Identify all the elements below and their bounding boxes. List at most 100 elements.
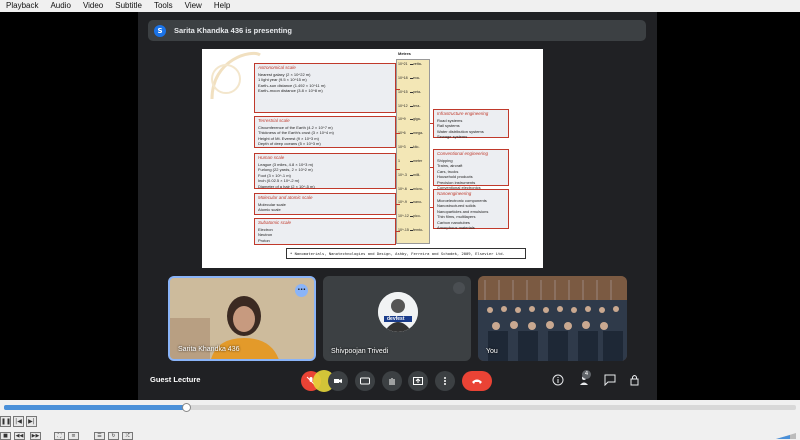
tick-exponent: 10^-3 bbox=[398, 172, 407, 177]
captions-button[interactable] bbox=[355, 371, 375, 391]
tick-exponent: 10^3 bbox=[398, 145, 406, 150]
left-scale-box: Human scale League (3 miles, 4.8 × 10^3 m… bbox=[254, 153, 396, 189]
meeting-controls: Guest Lecture 4 bbox=[138, 368, 657, 400]
classroom-video bbox=[478, 276, 627, 361]
left-scale-box: Astronomical scale Nearest galaxy (2 × 10… bbox=[254, 63, 396, 113]
volume-slider[interactable] bbox=[776, 433, 796, 439]
tick-prefix: mega- bbox=[413, 131, 424, 136]
tick-exponent: 10^12 bbox=[398, 103, 408, 108]
pause-button[interactable]: ❚❚ bbox=[0, 416, 11, 427]
presenting-banner: S Sarita Khandka 436 is presenting bbox=[148, 20, 646, 41]
box-line: Sewage systems bbox=[437, 134, 468, 140]
loop-button[interactable]: ↻ bbox=[108, 432, 119, 440]
tick-exponent: 10^-6 bbox=[398, 186, 407, 191]
box-connector bbox=[396, 231, 400, 232]
left-scale-box: Molecular and atomic scale Molecular scal… bbox=[254, 193, 396, 215]
tick-prefix: nano- bbox=[413, 200, 423, 205]
previous-button[interactable]: |◀ bbox=[13, 416, 24, 427]
slide-citation: * Nanomaterials, Nanotechnologies and De… bbox=[286, 248, 526, 259]
menu-view[interactable]: View bbox=[179, 0, 208, 12]
box-title: Astronomical scale bbox=[258, 65, 296, 70]
menu-tools[interactable]: Tools bbox=[148, 0, 179, 12]
tick-prefix: tera- bbox=[413, 103, 421, 108]
chat-icon bbox=[604, 374, 616, 387]
menu-bar: Playback Audio Video Subtitle Tools View… bbox=[0, 0, 800, 12]
tick-prefix: giga- bbox=[413, 117, 421, 122]
menu-subtitle[interactable]: Subtitle bbox=[109, 0, 148, 12]
info-icon bbox=[552, 374, 564, 386]
right-scale-box: Infrastructure engineering Road systems Ra… bbox=[433, 109, 509, 140]
box-line: Atomic scale bbox=[258, 207, 281, 213]
box-title: Subatomic scale bbox=[258, 220, 292, 225]
participant-tile-shivpoojan[interactable]: devfest Shivpoojan Trivedi bbox=[323, 276, 471, 361]
seek-handle[interactable] bbox=[182, 403, 192, 412]
presentation-slide: Metres 10^21 zetta- 10^18 exa- 10^15 peta- 10^… bbox=[202, 49, 543, 268]
box-connector bbox=[430, 123, 434, 124]
info-button[interactable] bbox=[551, 374, 565, 388]
participant-name: Sarita Khandka 436 bbox=[178, 346, 240, 353]
devfest-logo-text: devfest bbox=[387, 316, 405, 322]
box-title: Nanoengineering bbox=[437, 191, 472, 196]
participant-name: You bbox=[486, 348, 498, 355]
leave-call-button[interactable] bbox=[462, 371, 492, 391]
end-call-icon bbox=[472, 379, 482, 384]
box-title: Molecular and atomic scale bbox=[258, 195, 313, 200]
more-options-button[interactable]: ⋯ bbox=[295, 284, 308, 297]
box-connector bbox=[396, 169, 400, 170]
tick-prefix: femto- bbox=[413, 228, 424, 233]
present-button[interactable] bbox=[408, 371, 428, 391]
box-title: Terrestrial scale bbox=[258, 118, 290, 123]
tick-exponent: 10^-12 bbox=[398, 214, 409, 219]
muted-mic-icon bbox=[453, 282, 465, 294]
playlist-button[interactable]: ☰ bbox=[94, 432, 105, 440]
box-connector bbox=[396, 133, 400, 134]
host-controls-button[interactable] bbox=[628, 374, 642, 388]
box-connector bbox=[396, 89, 400, 90]
box-line: Depth of deep oceans (5 × 10^3 m) bbox=[258, 141, 321, 147]
tick-prefix: meter bbox=[413, 158, 423, 163]
raise-hand-button[interactable] bbox=[382, 371, 402, 391]
lock-person-icon bbox=[630, 375, 639, 386]
decorative-swirl bbox=[210, 51, 261, 100]
box-connector bbox=[430, 207, 434, 208]
scale-header: Metres bbox=[398, 51, 411, 56]
seek-progress bbox=[4, 405, 187, 410]
chat-button[interactable] bbox=[603, 374, 617, 388]
menu-help[interactable]: Help bbox=[208, 0, 236, 12]
box-line: Diameter of a hair (2 × 10^-5 m) bbox=[258, 183, 315, 189]
tick-exponent: 10^15 bbox=[398, 89, 408, 94]
tick-prefix: pico- bbox=[413, 214, 421, 219]
box-line: Earth–moon distance (3.8 × 10^8 m) bbox=[258, 88, 323, 94]
right-scale-box: Conventional engineering Shipping Trains, … bbox=[433, 149, 509, 190]
meet-window: S Sarita Khandka 436 is presenting Metre… bbox=[138, 12, 657, 400]
menu-video[interactable]: Video bbox=[77, 0, 109, 12]
box-connector bbox=[430, 167, 434, 168]
tick-prefix: exa- bbox=[413, 75, 420, 80]
stop-button[interactable]: ■ bbox=[0, 432, 11, 440]
presenting-text: Sarita Khandka 436 is presenting bbox=[174, 26, 292, 35]
present-icon bbox=[413, 377, 423, 385]
camera-icon bbox=[334, 379, 342, 383]
tick-prefix: peta- bbox=[413, 89, 422, 94]
seek-bar[interactable] bbox=[4, 403, 796, 412]
extended-settings-button[interactable]: ≡ bbox=[68, 432, 79, 440]
shuffle-button[interactable]: ⤮ bbox=[122, 432, 133, 440]
more-options-button[interactable] bbox=[435, 371, 455, 391]
menu-playback[interactable]: Playback bbox=[0, 0, 44, 12]
tick-prefix: micro- bbox=[413, 186, 423, 191]
box-line: Amorphous materials bbox=[437, 225, 475, 231]
skip-forward-button[interactable]: ▶▶ bbox=[30, 432, 41, 440]
participant-tile-sarita[interactable]: ⋯ Sarita Khandka 436 bbox=[168, 276, 316, 361]
media-player-controls: ❚❚ |◀ ▶| ■ ◀◀ ▶▶ ⛶ ≡ ☰ ↻ ⤮ bbox=[0, 400, 800, 440]
fullscreen-button[interactable]: ⛶ bbox=[54, 432, 65, 440]
next-button[interactable]: ▶| bbox=[26, 416, 37, 427]
box-title: Human scale bbox=[258, 155, 285, 160]
box-line: Proton bbox=[258, 237, 270, 243]
skip-back-button[interactable]: ◀◀ bbox=[14, 432, 25, 440]
camera-button[interactable] bbox=[328, 371, 348, 391]
people-button[interactable]: 4 bbox=[577, 370, 591, 388]
tick-prefix: kilo- bbox=[413, 145, 420, 150]
box-connector bbox=[396, 204, 400, 205]
participant-tile-you[interactable]: You bbox=[478, 276, 627, 361]
menu-audio[interactable]: Audio bbox=[44, 0, 76, 12]
